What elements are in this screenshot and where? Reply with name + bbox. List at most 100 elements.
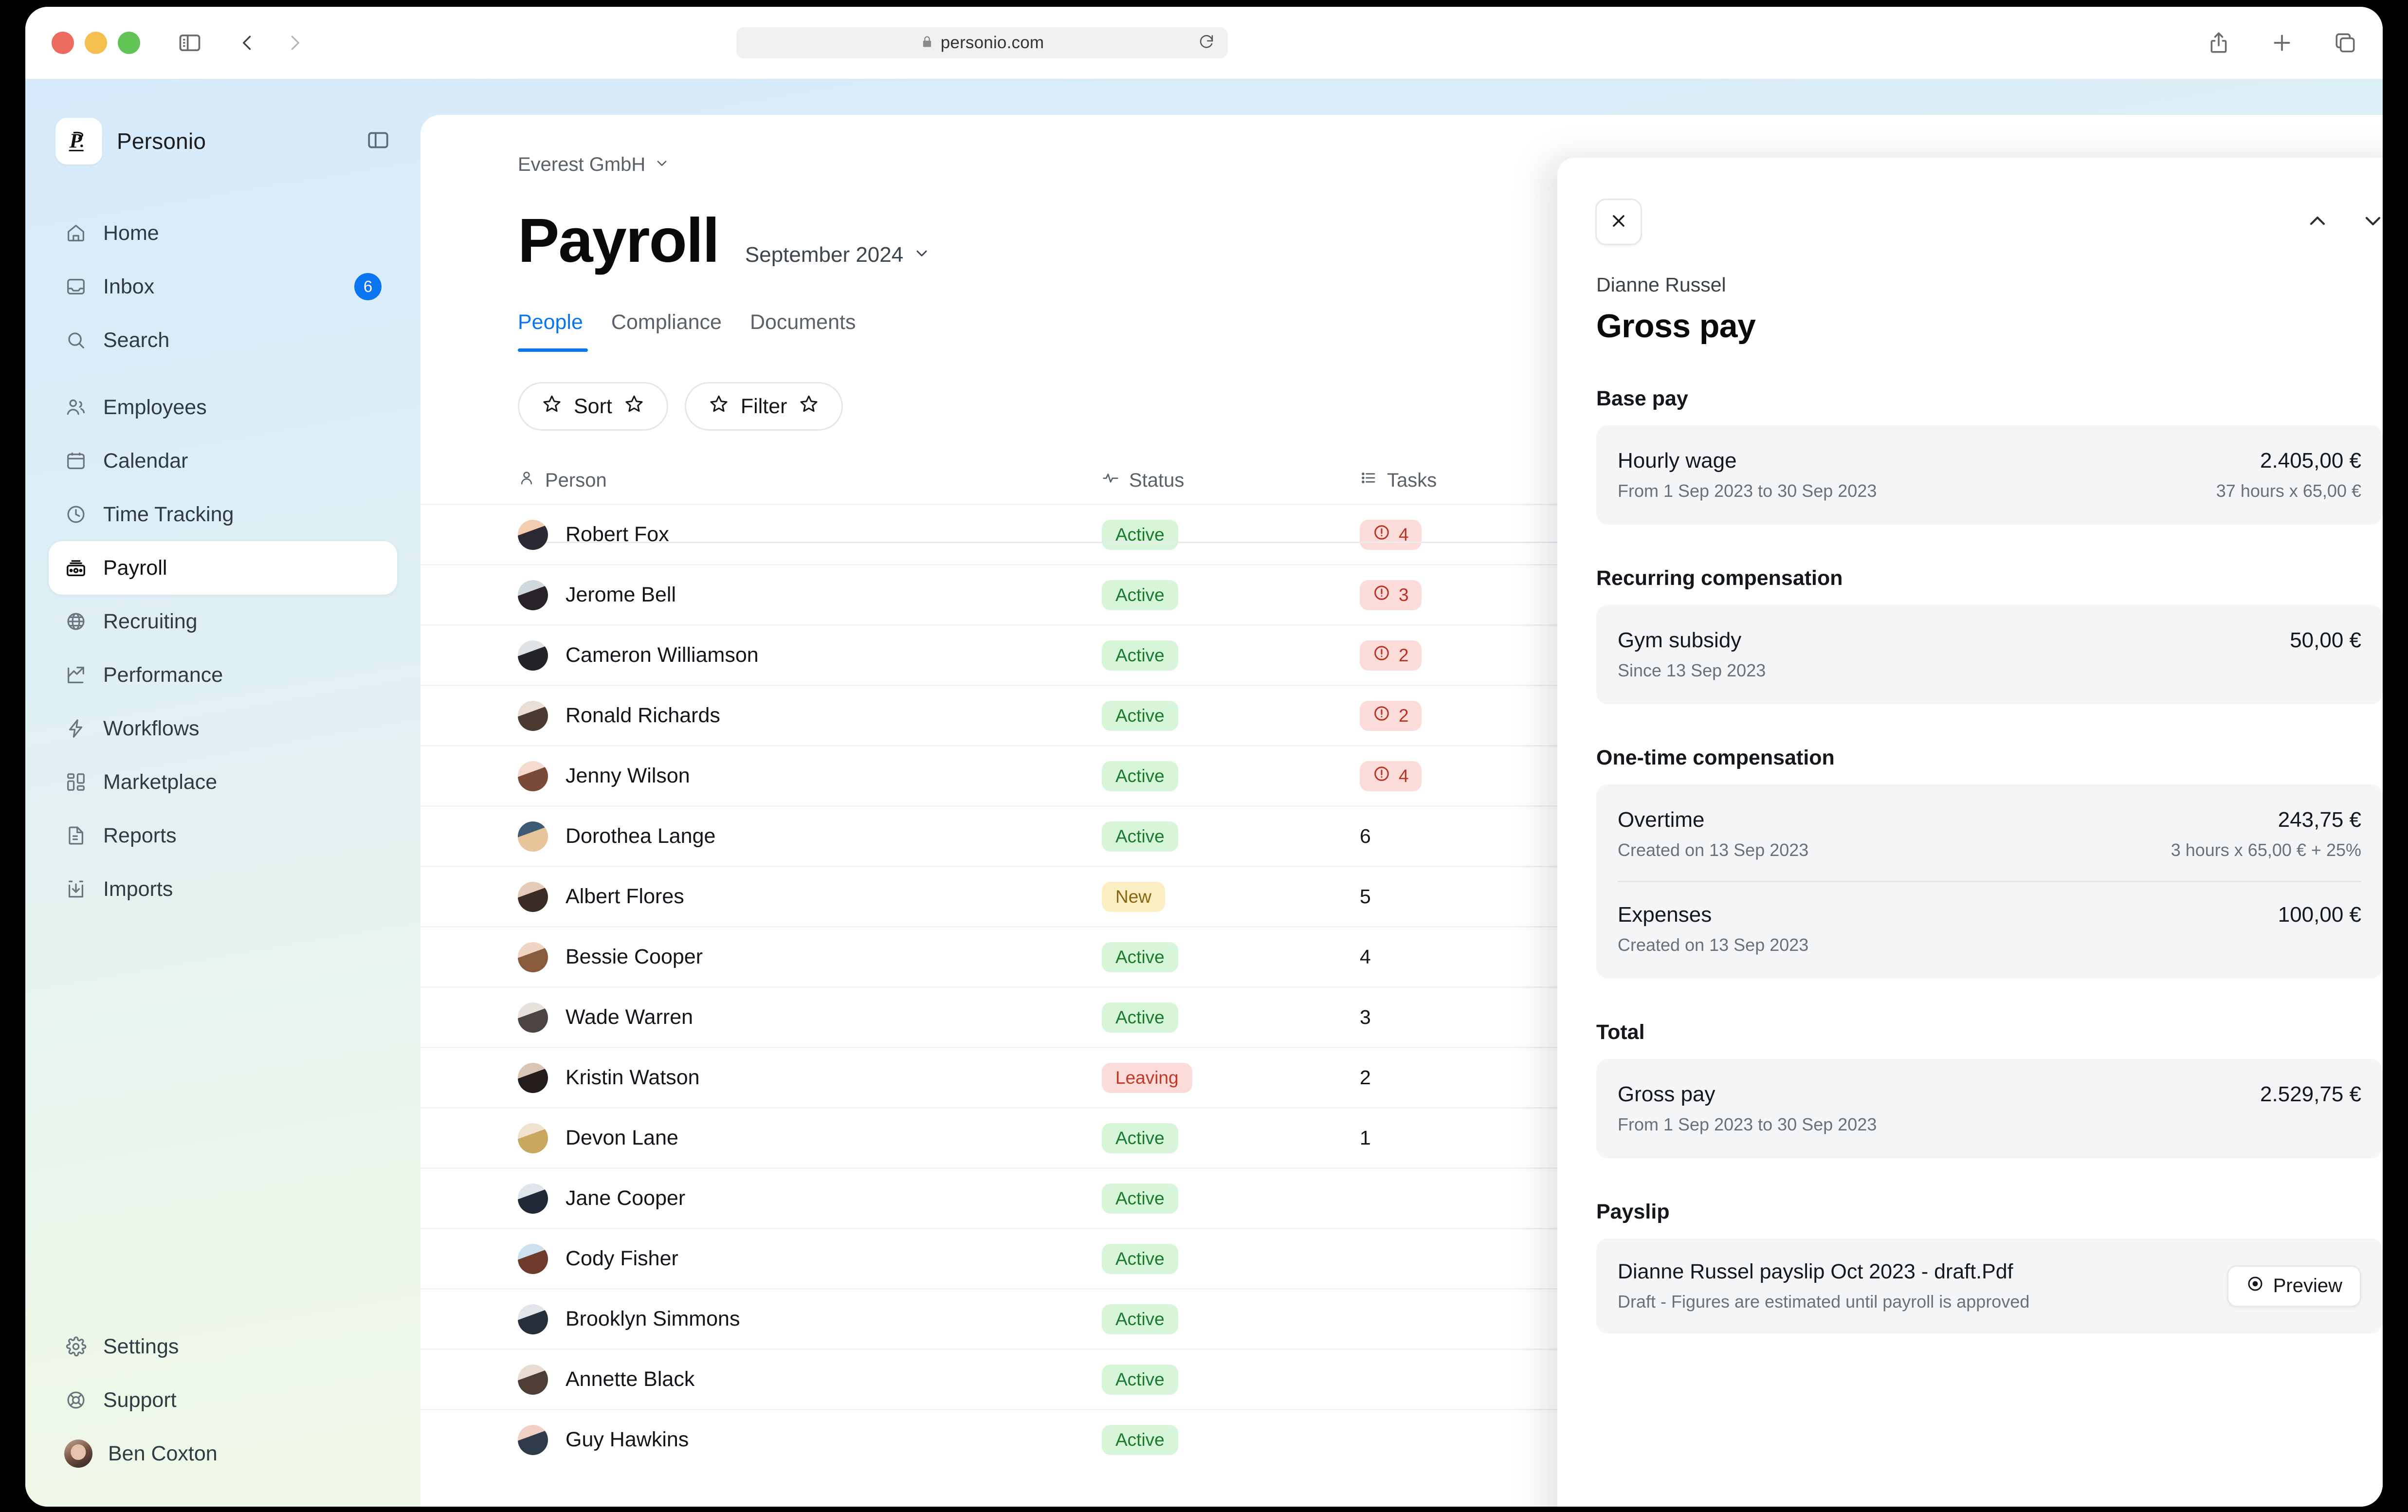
close-panel-button[interactable] — [1595, 199, 1642, 245]
sidebar-item-workflows[interactable]: Workflows — [49, 702, 397, 755]
column-header-label: Tasks — [1387, 469, 1437, 491]
address-bar[interactable]: personio.com — [736, 27, 1228, 58]
status-badge: Active — [1102, 1424, 1178, 1455]
tasks-alert-badge[interactable]: 2 — [1360, 700, 1422, 731]
pay-line-period: Since 13 Sep 2023 — [1618, 660, 1766, 680]
next-record-button[interactable] — [2360, 208, 2383, 236]
pay-line-item: Gym subsidy 50,00 € Since 13 Sep 2023 — [1618, 608, 2361, 701]
payslip-file-name: Dianne Russel payslip Oct 2023 - draft.P… — [1618, 1260, 2013, 1283]
minimize-window-button[interactable] — [85, 32, 107, 54]
person-name: Annette Black — [566, 1367, 695, 1391]
cell-tasks: 3 — [1360, 580, 1554, 610]
globe-icon — [64, 610, 88, 633]
sidebar-item-imports[interactable]: Imports — [49, 862, 397, 916]
status-badge: Active — [1102, 1304, 1178, 1334]
tab-compliance[interactable]: Compliance — [611, 310, 722, 352]
sidebar-item-settings[interactable]: Settings — [49, 1320, 397, 1373]
star-icon — [709, 394, 729, 419]
avatar — [518, 1243, 548, 1274]
avatar — [518, 580, 548, 610]
sidebar-item-time-tracking[interactable]: Time Tracking — [49, 488, 397, 541]
sidebar-item-calendar[interactable]: Calendar — [49, 434, 397, 488]
back-button[interactable] — [237, 32, 258, 54]
sidebar-item-label: Imports — [103, 877, 173, 901]
tab-documents[interactable]: Documents — [750, 310, 856, 352]
sidebar-item-reports[interactable]: Reports — [49, 809, 397, 862]
section-card: Gross pay 2.529,75 € From 1 Sep 2023 to 30… — [1596, 1059, 2383, 1158]
pay-line-item: Hourly wage 2.405,00 € From 1 Sep 2023 to … — [1618, 428, 2361, 522]
pay-line-amount: 243,75 € — [2278, 808, 2361, 832]
column-header-person[interactable]: Person — [518, 469, 1102, 492]
browser-window: personio.com P Personio Home Inbox 6 Sea… — [25, 7, 2383, 1507]
plus-icon[interactable] — [2270, 31, 2294, 55]
panel-title: Gross pay — [1596, 308, 1756, 345]
eye-icon — [2246, 1275, 2264, 1298]
list-icon — [1360, 469, 1377, 492]
period-label: September 2024 — [745, 243, 904, 267]
avatar — [518, 519, 548, 550]
pay-line-calculation: 3 hours x 65,00 € + 25% — [2171, 840, 2361, 860]
sidebar-item-user[interactable]: Ben Coxton — [49, 1427, 397, 1480]
sidebar-item-marketplace[interactable]: Marketplace — [49, 755, 397, 809]
avatar — [518, 942, 548, 972]
cell-status: Active — [1102, 821, 1360, 852]
cell-tasks: 5 — [1360, 885, 1554, 908]
section-label: One-time compensation — [1596, 746, 1835, 769]
cell-person: Albert Flores — [518, 881, 1102, 912]
panel-collapse-icon[interactable] — [366, 128, 390, 155]
sidebar-toggle-icon[interactable] — [177, 30, 202, 55]
column-header-status[interactable]: Status — [1102, 469, 1360, 492]
cell-person: Brooklyn Simmons — [518, 1304, 1102, 1334]
browser-toolbar: personio.com — [25, 7, 2383, 79]
chevron-down-icon — [913, 243, 930, 267]
avatar — [518, 640, 548, 671]
forward-button[interactable] — [284, 32, 306, 54]
tasks-alert-badge[interactable]: 2 — [1360, 640, 1422, 671]
column-header-tasks[interactable]: Tasks — [1360, 469, 1554, 492]
share-icon[interactable] — [2207, 31, 2231, 55]
brand-name: Personio — [117, 128, 206, 154]
url-text: personio.com — [940, 33, 1044, 52]
sidebar-item-performance[interactable]: Performance — [49, 648, 397, 702]
person-name: Devon Lane — [566, 1126, 678, 1149]
users-icon — [64, 396, 88, 419]
preview-button[interactable]: Preview — [2226, 1265, 2361, 1307]
tabs-overview-icon[interactable] — [2333, 31, 2357, 55]
period-selector[interactable]: September 2024 — [745, 243, 930, 267]
person-name: Cody Fisher — [566, 1247, 678, 1270]
avatar — [518, 1123, 548, 1153]
sidebar-item-payroll[interactable]: Payroll — [49, 541, 397, 595]
tasks-alert-badge[interactable]: 3 — [1360, 580, 1422, 610]
tab-people[interactable]: People — [518, 310, 583, 352]
section-label: Total — [1596, 1020, 1645, 1044]
lock-icon — [920, 35, 934, 51]
sidebar-item-label: Settings — [103, 1334, 179, 1358]
close-window-button[interactable] — [52, 32, 74, 54]
breadcrumb[interactable]: Everest GmbH — [518, 154, 670, 176]
tasks-alert-badge[interactable]: 4 — [1360, 519, 1422, 550]
status-badge: Active — [1102, 761, 1178, 791]
cell-tasks: 1 — [1360, 1127, 1554, 1149]
filter-button[interactable]: Filter — [684, 382, 843, 431]
tasks-alert-badge[interactable]: 4 — [1360, 761, 1422, 791]
payslip-card: Dianne Russel payslip Oct 2023 - draft.P… — [1596, 1239, 2383, 1333]
cell-status: Active — [1102, 519, 1360, 550]
previous-record-button[interactable] — [2305, 208, 2330, 236]
status-badge: Active — [1102, 580, 1178, 610]
sidebar-item-home[interactable]: Home — [49, 206, 397, 260]
cell-tasks: 4 — [1360, 761, 1554, 791]
reload-icon[interactable] — [1198, 33, 1215, 53]
sidebar: P Personio Home Inbox 6 Search Employees… — [25, 79, 420, 1507]
sidebar-item-support[interactable]: Support — [49, 1373, 397, 1427]
maximize-window-button[interactable] — [118, 32, 140, 54]
inbox-badge: 6 — [354, 273, 382, 300]
sidebar-item-employees[interactable]: Employees — [49, 381, 397, 434]
cell-status: Active — [1102, 942, 1360, 972]
cell-status: Active — [1102, 1123, 1360, 1153]
sidebar-item-recruiting[interactable]: Recruiting — [49, 595, 397, 648]
cell-tasks: 2 — [1360, 1066, 1554, 1089]
sidebar-item-search[interactable]: Search — [49, 313, 397, 367]
sidebar-item-inbox[interactable]: Inbox 6 — [49, 260, 397, 313]
sort-button[interactable]: Sort — [518, 382, 668, 431]
search-icon — [64, 328, 88, 352]
